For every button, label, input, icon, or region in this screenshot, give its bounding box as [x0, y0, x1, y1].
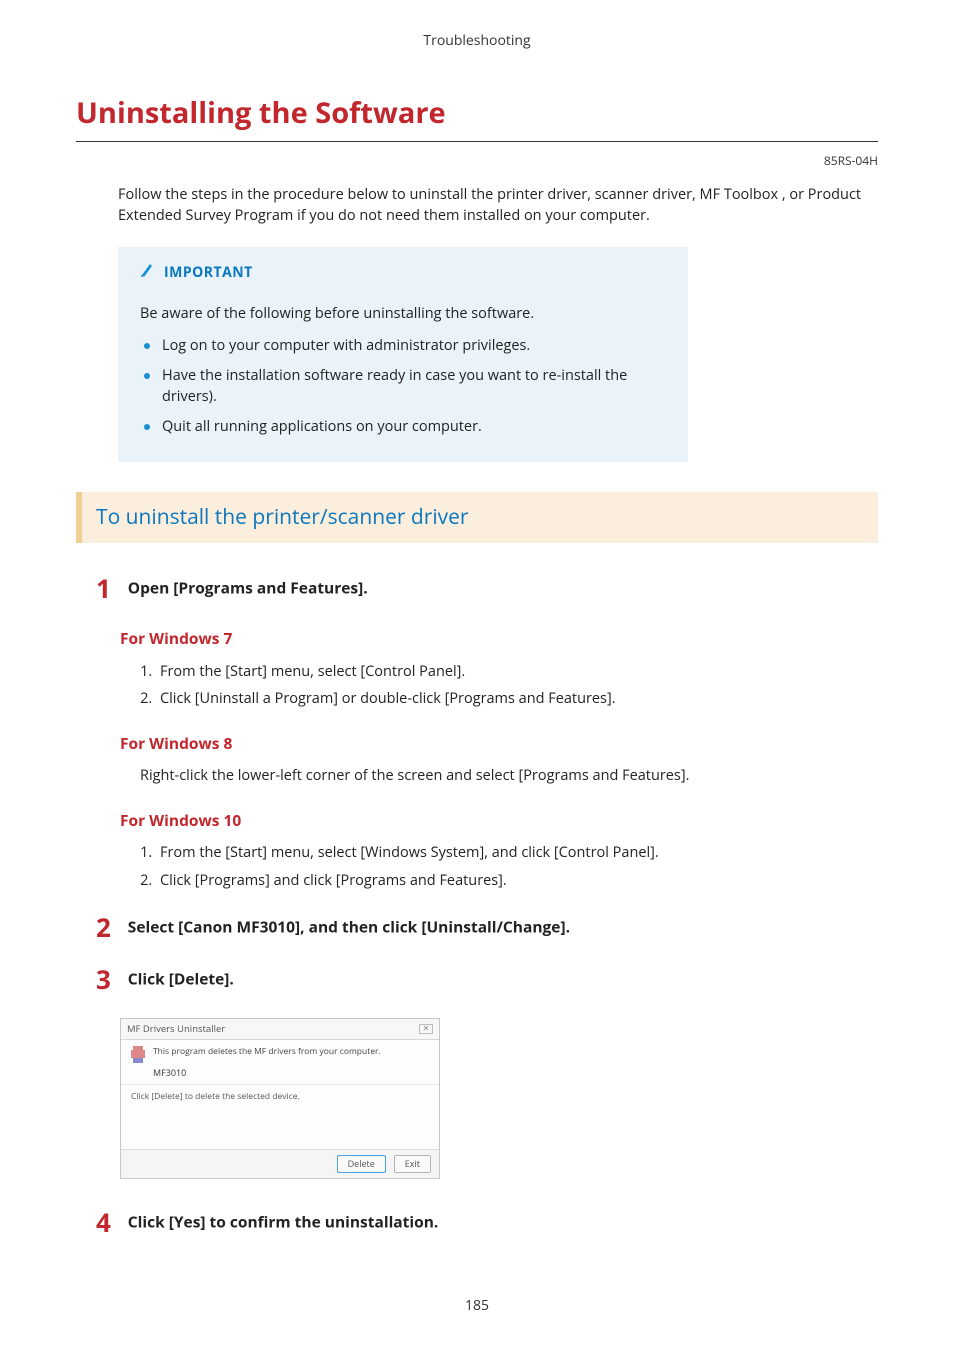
step-text: Click [Yes] to confirm the uninstallatio… — [128, 1210, 439, 1232]
step-text: Open [Programs and Features]. — [128, 577, 368, 599]
page-number: 185 — [76, 1295, 878, 1316]
important-callout: IMPORTANT Be aware of the following befo… — [118, 247, 688, 462]
section-heading: To uninstall the printer/scanner driver — [76, 492, 878, 544]
step-3: 3 Click [Delete]. — [96, 966, 878, 992]
dialog-button-row: Delete Exit — [121, 1149, 439, 1178]
dialog-titlebar: MF Drivers Uninstaller ✕ — [121, 1019, 439, 1040]
important-heading: IMPORTANT — [140, 261, 666, 283]
step-text: Select [Canon MF3010], and then click [U… — [128, 915, 570, 937]
close-icon[interactable]: ✕ — [419, 1024, 433, 1034]
important-lead: Be aware of the following before uninsta… — [140, 303, 666, 325]
os-step: From the [Start] menu, select [Windows S… — [156, 842, 878, 864]
os-step: From the [Start] menu, select [Control P… — [156, 661, 878, 683]
step-4: 4 Click [Yes] to confirm the uninstallat… — [96, 1209, 878, 1235]
os-heading: For Windows 7 — [120, 627, 878, 650]
important-item: Log on to your computer with administrat… — [144, 335, 666, 357]
step-number: 2 — [96, 914, 124, 940]
important-item: Have the installation software ready in … — [144, 365, 666, 409]
document-code: 85RS-04H — [76, 152, 878, 170]
exit-button[interactable]: Exit — [394, 1155, 431, 1173]
dialog-list-area — [121, 1109, 439, 1149]
step-number: 1 — [96, 575, 124, 601]
page-title: Uninstalling the Software — [76, 91, 878, 142]
delete-button[interactable]: Delete — [337, 1155, 386, 1173]
windows-10-block: For Windows 10 From the [Start] menu, se… — [120, 809, 878, 892]
document-page: Troubleshooting Uninstalling the Softwar… — [0, 0, 954, 1356]
important-label: IMPORTANT — [164, 262, 253, 283]
printer-icon — [131, 1046, 145, 1064]
uninstaller-dialog: MF Drivers Uninstaller ✕ This program de… — [120, 1018, 440, 1179]
dialog-body: This program deletes the MF drivers from… — [121, 1040, 439, 1084]
windows-8-block: For Windows 8 Right-click the lower-left… — [120, 732, 878, 787]
os-heading: For Windows 10 — [120, 809, 878, 832]
intro-paragraph: Follow the steps in the procedure below … — [118, 184, 878, 228]
important-body: Be aware of the following before uninsta… — [140, 303, 666, 438]
os-step: Click [Uninstall a Program] or double-cl… — [156, 688, 878, 710]
dialog-title-text: MF Drivers Uninstaller — [127, 1022, 225, 1036]
step-1: 1 Open [Programs and Features]. — [96, 575, 878, 601]
dialog-hint: Click [Delete] to delete the selected de… — [121, 1084, 439, 1110]
dialog-message: This program deletes the MF drivers from… — [153, 1046, 381, 1059]
dialog-model: MF3010 — [131, 1064, 429, 1080]
step-number: 3 — [96, 966, 124, 992]
windows-7-block: For Windows 7 From the [Start] menu, sel… — [120, 627, 878, 710]
pencil-icon — [140, 261, 154, 283]
os-heading: For Windows 8 — [120, 732, 878, 755]
step-text: Click [Delete]. — [128, 967, 234, 989]
step-2: 2 Select [Canon MF3010], and then click … — [96, 914, 878, 940]
step-number: 4 — [96, 1209, 124, 1235]
page-header: Troubleshooting — [76, 30, 878, 51]
os-step: Right-click the lower-left corner of the… — [140, 765, 878, 787]
important-item: Quit all running applications on your co… — [144, 416, 666, 438]
os-step: Click [Programs] and click [Programs and… — [156, 870, 878, 892]
